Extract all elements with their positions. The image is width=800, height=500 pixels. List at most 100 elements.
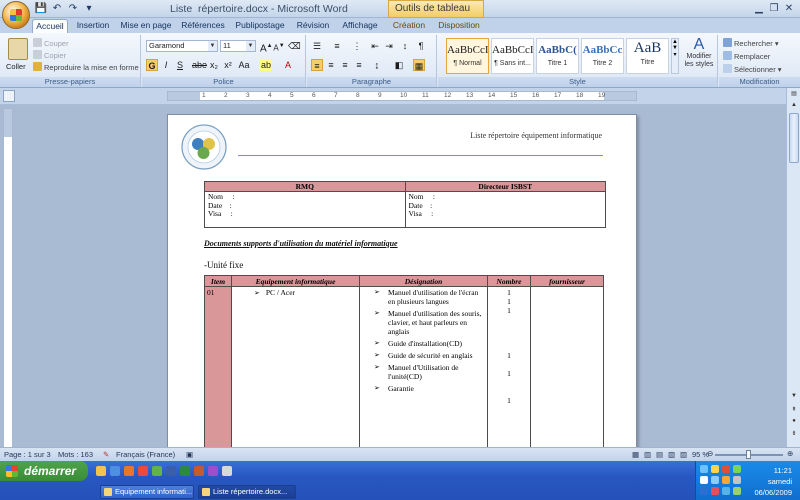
tab-references[interactable]: Références: [180, 19, 226, 33]
tab-affichage[interactable]: Affichage: [338, 19, 382, 33]
usb-icon[interactable]: [733, 476, 741, 484]
clock-time[interactable]: 11:21: [774, 466, 792, 475]
security-icon[interactable]: [711, 465, 719, 473]
strikethrough-icon[interactable]: abe: [192, 59, 207, 71]
copy-button[interactable]: Copier: [33, 50, 66, 61]
decrease-indent-icon[interactable]: ⇤: [369, 40, 381, 52]
zoom-in-icon[interactable]: ⊕: [787, 449, 793, 458]
equipment-table[interactable]: Item Equipement informatique Désignation…: [204, 275, 604, 447]
volume-icon[interactable]: [700, 476, 708, 484]
horizontal-ruler[interactable]: 1 2 3 4 5 6 7 8 9 10 11 12 13 14 15 16 17 18 19: [167, 91, 637, 101]
display-icon[interactable]: [722, 487, 730, 495]
tab-revision[interactable]: Révision: [294, 19, 332, 33]
sig-cell-director[interactable]: Nom : Date : Visa :: [404, 191, 606, 228]
font-color-icon[interactable]: A: [282, 59, 294, 71]
clock-day[interactable]: samedi: [768, 477, 792, 486]
increase-indent-icon[interactable]: ⇥: [383, 40, 395, 52]
bluetooth-icon[interactable]: [711, 476, 719, 484]
scroll-down-icon[interactable]: ▼: [789, 393, 799, 403]
network-icon[interactable]: [700, 465, 708, 473]
clear-format-icon[interactable]: ⌫: [288, 40, 301, 52]
subscript-icon[interactable]: x₂: [208, 59, 220, 71]
macro-icon[interactable]: ▣: [186, 450, 193, 459]
browse-object-icon[interactable]: ●: [789, 418, 799, 428]
font-name-combo[interactable]: Garamond ▼: [146, 40, 218, 52]
proofing-icon[interactable]: ✎: [103, 450, 109, 459]
folder-icon[interactable]: [96, 466, 106, 476]
replace-button[interactable]: Remplacer: [723, 51, 770, 62]
tab-accueil[interactable]: Accueil: [32, 19, 68, 33]
document-page[interactable]: Liste répertoire équipement informatique…: [167, 114, 637, 447]
zoom-slider-knob[interactable]: [746, 450, 751, 459]
view-reading-icon[interactable]: ▥: [644, 450, 651, 459]
update-icon[interactable]: [733, 465, 741, 473]
superscript-icon[interactable]: x²: [222, 59, 234, 71]
firefox-icon[interactable]: [124, 466, 134, 476]
cut-button[interactable]: Couper: [33, 38, 69, 49]
messenger-tray-icon[interactable]: [711, 487, 719, 495]
task-word-window[interactable]: Liste répertoire.docx...: [198, 485, 296, 499]
multilevel-list-icon[interactable]: ⋮: [351, 40, 363, 52]
change-styles-button[interactable]: A Modifier les styles: [683, 37, 715, 69]
change-case-icon[interactable]: Aa: [238, 59, 250, 71]
word-icon[interactable]: [166, 466, 176, 476]
pilcrow-icon[interactable]: ¶: [415, 40, 427, 52]
tab-disposition[interactable]: Disposition: [434, 19, 484, 33]
safely-remove-icon[interactable]: [733, 487, 741, 495]
underline-icon[interactable]: S: [174, 59, 186, 71]
select-button[interactable]: Sélectionner ▾: [723, 64, 782, 75]
sig-cell-rmq[interactable]: Nom : Date : Visa :: [204, 191, 406, 228]
style-title[interactable]: AaB Titre: [626, 38, 669, 74]
tab-selector-icon[interactable]: [3, 90, 15, 102]
tab-publipostage[interactable]: Publipostage: [232, 19, 288, 33]
customize-qat-icon[interactable]: ▾: [82, 2, 96, 15]
view-outline-icon[interactable]: ▧: [668, 450, 675, 459]
signature-table[interactable]: RMQ Directeur ISBST Nom : Date : Visa : …: [204, 181, 606, 228]
language[interactable]: Français (France): [116, 450, 175, 459]
tab-insertion[interactable]: Insertion: [74, 19, 112, 33]
bold-icon[interactable]: G: [146, 59, 158, 71]
italic-icon[interactable]: I: [160, 59, 172, 71]
line-spacing-icon[interactable]: ↨: [371, 59, 383, 71]
ruler-toggle-icon[interactable]: ▤: [789, 90, 799, 100]
app-icon[interactable]: [208, 466, 218, 476]
styles-scroll-icon[interactable]: ▲ ▼ ▾: [671, 38, 679, 74]
style-heading-2[interactable]: AaBbCc Titre 2: [581, 38, 624, 74]
align-left-icon[interactable]: ≡: [311, 59, 323, 71]
desktop-icon[interactable]: [222, 466, 232, 476]
table-row[interactable]: 01 ➢PC / Acer Manuel d'utilisation de l'…: [204, 286, 604, 447]
font-size-combo[interactable]: 11 ▼: [220, 40, 256, 52]
bullets-icon[interactable]: ☰: [311, 40, 323, 52]
antivirus-icon[interactable]: [722, 465, 730, 473]
clock-date[interactable]: 06/06/2009: [754, 488, 792, 497]
view-print-layout-icon[interactable]: ▦: [632, 450, 639, 459]
cell-supplier[interactable]: [530, 286, 604, 447]
scroll-thumb[interactable]: [789, 113, 799, 163]
style-normal[interactable]: AaBbCcI ¶ Normal: [446, 38, 489, 74]
powerpoint-icon[interactable]: [194, 466, 204, 476]
close-icon[interactable]: ✕: [782, 2, 796, 15]
document-area[interactable]: Liste répertoire équipement informatique…: [14, 105, 784, 447]
sort-icon[interactable]: ↕: [399, 40, 411, 52]
word-count[interactable]: Mots : 163: [58, 450, 93, 459]
minimize-icon[interactable]: ▁: [752, 2, 766, 15]
cell-item[interactable]: 01: [204, 286, 232, 447]
vertical-ruler[interactable]: [3, 108, 13, 448]
maximize-icon[interactable]: ❐: [767, 2, 781, 15]
ie-icon[interactable]: [110, 466, 120, 476]
align-center-icon[interactable]: ≡: [325, 59, 337, 71]
save-icon[interactable]: 💾: [34, 2, 48, 15]
zoom-out-icon[interactable]: ⊖: [707, 449, 713, 458]
page-count[interactable]: Page : 1 sur 3: [4, 450, 51, 459]
paste-icon[interactable]: [8, 38, 28, 60]
excel-icon[interactable]: [180, 466, 190, 476]
justify-icon[interactable]: ≡: [353, 59, 365, 71]
redo-icon[interactable]: ↷: [66, 2, 80, 15]
language-bar-icon[interactable]: [700, 487, 708, 495]
paste-button[interactable]: Coller: [6, 62, 26, 71]
align-right-icon[interactable]: ≡: [339, 59, 351, 71]
numbering-icon[interactable]: ≡: [331, 40, 343, 52]
cell-equipment[interactable]: ➢ PC / Acer: [231, 286, 360, 447]
grow-font-icon[interactable]: A▲: [260, 40, 273, 54]
task-explorer-window[interactable]: Equipement informati...: [100, 485, 194, 499]
